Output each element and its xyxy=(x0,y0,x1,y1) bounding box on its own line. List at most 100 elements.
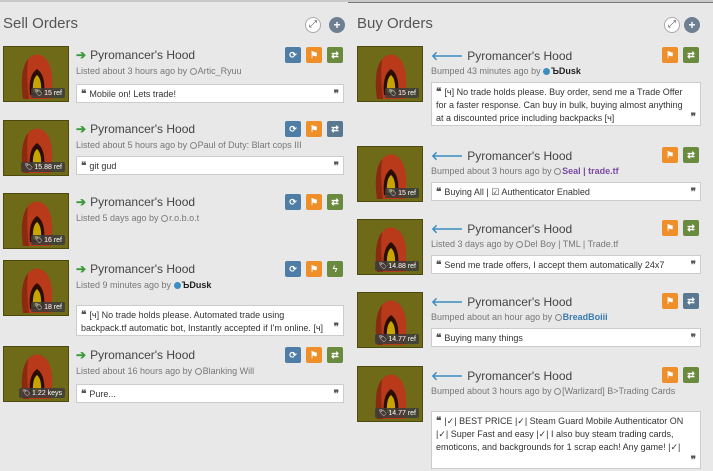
flag-button[interactable]: ⚑ xyxy=(662,220,678,236)
user-link[interactable]: Paul of Duty: Blart cops III xyxy=(198,140,302,150)
trade-button[interactable]: ⇄ xyxy=(327,47,343,63)
trade-button[interactable]: ⇄ xyxy=(327,121,343,137)
meta-text: Bumped about 3 hours ago by xyxy=(431,386,555,396)
item-name[interactable]: 🡐 Pyromancer's Hood xyxy=(431,221,572,236)
listing-comment: ❝ git gud ❞ xyxy=(76,156,344,175)
item-name[interactable]: ➔ Pyromancer's Hood xyxy=(76,122,195,136)
price-label: 15 ref xyxy=(44,90,62,97)
price-label: 15 ref xyxy=(398,90,416,97)
item-name[interactable]: ➔ Pyromancer's Hood xyxy=(76,262,195,276)
item-thumbnail[interactable]: 🏷1.22 keys xyxy=(3,346,69,402)
user-link[interactable]: BreadBoiii xyxy=(563,312,608,322)
item-name[interactable]: 🡐 Pyromancer's Hood xyxy=(431,294,572,309)
flag-button[interactable]: ⚑ xyxy=(662,293,678,309)
item-name[interactable]: ➔ Pyromancer's Hood xyxy=(76,195,195,209)
buy-listing: 🏷15 ref 🡐 Pyromancer's Hood ⚑ ⇄ Bumped 43… xyxy=(355,46,713,136)
tag-icon: 🏷 xyxy=(24,164,34,171)
trade-button[interactable]: ⇄ xyxy=(683,147,699,163)
sell-listing: 🏷15.88 ref ➔ Pyromancer's Hood ⟳ ⚑ ⇄ List… xyxy=(0,120,352,184)
item-thumbnail[interactable]: 🏷14.88 ref xyxy=(357,219,423,275)
quote-close-icon: ❞ xyxy=(333,161,339,172)
item-thumbnail[interactable]: 🏷18 ref xyxy=(3,260,69,316)
flag-button[interactable]: ⚑ xyxy=(306,121,322,137)
user-link[interactable]: [Warlizard] B>Trading Cards xyxy=(562,386,675,396)
tag-icon: 🏷 xyxy=(34,237,44,244)
price-tag: 🏷14.77 ref xyxy=(375,334,419,344)
refresh-button[interactable]: ⟳ xyxy=(285,347,301,363)
user-link[interactable]: r.o.b.o.t xyxy=(169,213,199,223)
quote-open-icon: ❝ xyxy=(81,310,87,321)
flag-button[interactable]: ⚑ xyxy=(662,147,678,163)
refresh-button[interactable]: ⟳ xyxy=(285,121,301,137)
item-thumbnail[interactable]: 🏷14.77 ref xyxy=(357,366,423,422)
trade-button[interactable]: ⇄ xyxy=(683,220,699,236)
item-name[interactable]: ➔ Pyromancer's Hood xyxy=(76,348,195,362)
buy-listing: 🏷15 ref 🡐 Pyromancer's Hood ⚑ ⇄ Bumped ab… xyxy=(355,146,713,210)
item-name-label: Pyromancer's Hood xyxy=(90,122,196,136)
user-link[interactable]: Blanking Will xyxy=(203,366,255,376)
item-thumbnail[interactable]: 🏷14.77 ref xyxy=(357,292,423,348)
user-link[interactable]: ЪDusk xyxy=(182,280,212,290)
quote-close-icon: ❞ xyxy=(333,89,339,100)
buy-listing: 🏷14.88 ref 🡐 Pyromancer's Hood ⚑ ⇄ Listed… xyxy=(355,219,713,283)
listing-meta: Listed 5 days ago by r.o.b.o.t xyxy=(76,213,199,223)
quote-close-icon: ❞ xyxy=(690,333,696,344)
item-thumbnail[interactable]: 🏷15 ref xyxy=(357,146,423,202)
item-name[interactable]: 🡐 Pyromancer's Hood xyxy=(431,148,572,163)
trade-button[interactable]: ⇄ xyxy=(327,347,343,363)
refresh-button[interactable]: ⟳ xyxy=(285,47,301,63)
listing-comment: ❝ Send me trade offers, I accept them aut… xyxy=(431,255,701,274)
expand-icon[interactable]: ⤢ xyxy=(664,17,680,33)
listing-meta: Bumped about 3 hours ago by [Warlizard] … xyxy=(431,386,675,396)
add-icon[interactable]: + xyxy=(329,17,345,33)
user-link[interactable]: Artic_Ryuu xyxy=(198,66,242,76)
item-name[interactable]: 🡐 Pyromancer's Hood xyxy=(431,48,572,63)
item-name-label: Pyromancer's Hood xyxy=(90,48,196,62)
trade-button[interactable]: ⇄ xyxy=(327,194,343,210)
item-name[interactable]: 🡐 Pyromancer's Hood xyxy=(431,368,572,383)
quote-open-icon: ❝ xyxy=(81,389,87,400)
arrow-left-icon: 🡐 xyxy=(431,222,464,236)
listing-meta: Listed about 3 hours ago by Artic_Ryuu xyxy=(76,66,242,76)
tag-icon: 🏷 xyxy=(22,390,32,397)
item-thumbnail[interactable]: 🏷15 ref xyxy=(3,46,69,102)
arrow-right-icon: ➔ xyxy=(76,348,87,362)
price-tag: 🏷15.88 ref xyxy=(21,162,65,172)
arrow-left-icon: 🡐 xyxy=(431,295,464,309)
trade-button[interactable]: ⇄ xyxy=(683,293,699,309)
flag-button[interactable]: ⚑ xyxy=(306,47,322,63)
trade-button[interactable]: ⇄ xyxy=(683,367,699,383)
refresh-button[interactable]: ⟳ xyxy=(285,194,301,210)
comment-text: |✓| BEST PRICE |✓| Steam Guard Mobile Au… xyxy=(436,416,684,452)
arrow-left-icon: 🡐 xyxy=(431,149,464,163)
flag-button[interactable]: ⚑ xyxy=(306,194,322,210)
item-name[interactable]: ➔ Pyromancer's Hood xyxy=(76,48,195,62)
trade-button[interactable]: ⇄ xyxy=(683,47,699,63)
add-icon[interactable]: + xyxy=(684,17,700,33)
flag-button[interactable]: ⚑ xyxy=(306,261,322,277)
arrow-right-icon: ➔ xyxy=(76,262,87,276)
user-link[interactable]: Del Boy | TML | Trade.tf xyxy=(524,239,618,249)
bolt-icon[interactable]: ϟ xyxy=(327,261,343,277)
meta-text: Listed 9 minutes ago by xyxy=(76,280,174,290)
quote-close-icon: ❞ xyxy=(333,322,339,333)
refresh-button[interactable]: ⟳ xyxy=(285,261,301,277)
flag-button[interactable]: ⚑ xyxy=(306,347,322,363)
tag-icon: 🏷 xyxy=(388,90,398,97)
price-label: 16 ref xyxy=(44,237,62,244)
status-icon xyxy=(161,215,169,222)
item-name-label: Pyromancer's Hood xyxy=(467,369,573,383)
item-thumbnail[interactable]: 🏷15 ref xyxy=(357,46,423,102)
item-thumbnail[interactable]: 🏷16 ref xyxy=(3,193,69,249)
listing-meta: Bumped about 3 hours ago by Seal | trade… xyxy=(431,166,619,176)
flag-button[interactable]: ⚑ xyxy=(662,367,678,383)
expand-icon[interactable]: ⤢ xyxy=(305,17,321,33)
comment-text: git gud xyxy=(89,161,117,171)
flag-button[interactable]: ⚑ xyxy=(662,47,678,63)
user-link[interactable]: Seal | trade.tf xyxy=(562,166,619,176)
item-thumbnail[interactable]: 🏷15.88 ref xyxy=(3,120,69,176)
meta-text: Bumped about an hour ago by xyxy=(431,312,555,322)
user-link[interactable]: ЪDusk xyxy=(551,66,581,76)
buy-listing: 🏷14.77 ref 🡐 Pyromancer's Hood ⚑ ⇄ Bumped… xyxy=(355,366,713,469)
price-tag: 🏷15 ref xyxy=(385,188,419,198)
